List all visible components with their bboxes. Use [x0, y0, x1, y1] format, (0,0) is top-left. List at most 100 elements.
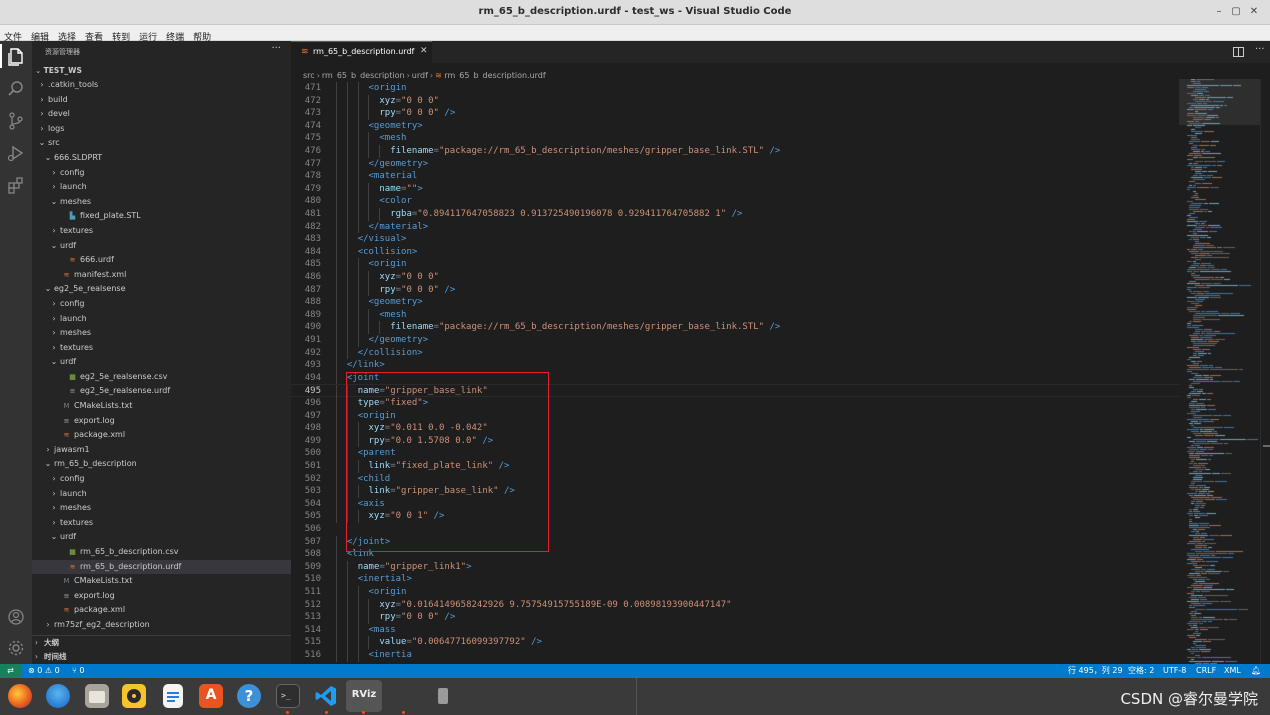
- notifications-bell-icon[interactable]: 🔔︎: [1251, 664, 1261, 678]
- code-line[interactable]: 510 <inertial>: [291, 573, 1179, 586]
- code-line[interactable]: 477 </geometry>: [291, 157, 1179, 171]
- tree-folder[interactable]: › logs: [32, 122, 291, 137]
- cursor-position[interactable]: 行 495，列 29: [1068, 664, 1123, 678]
- tree-file[interactable]: ≋ manifest.xml: [32, 268, 291, 283]
- tree-file[interactable]: M CMakeLists.txt: [32, 399, 291, 414]
- tree-file[interactable]: ≋ package.xml: [32, 603, 291, 618]
- code-line[interactable]: 512 xyz="0.0164149658242926 9.7575491575…: [291, 598, 1179, 612]
- tree-file[interactable]: ≋ package.xml: [32, 428, 291, 443]
- extensions-icon[interactable]: [6, 175, 26, 195]
- code-line[interactable]: 501 link="fixed_plate_link" />: [291, 460, 1179, 473]
- encoding[interactable]: UTF-8: [1163, 664, 1186, 678]
- outline-section[interactable]: › 大纲: [32, 636, 291, 650]
- code-line[interactable]: 484 <collision>: [291, 245, 1179, 259]
- code-line[interactable]: 493 </link>: [291, 359, 1179, 372]
- code-line[interactable]: 496 type="fixed">: [291, 397, 1179, 410]
- tree-folder[interactable]: ⌄ urdf: [32, 355, 291, 370]
- code-line[interactable]: 487 rpy="0 0 0" />: [291, 283, 1179, 297]
- tree-folder[interactable]: › devel: [32, 107, 291, 122]
- editor-more-actions-icon[interactable]: ···: [1255, 44, 1265, 55]
- maximize-button[interactable]: ▢: [1229, 5, 1243, 19]
- indentation[interactable]: 空格: 2: [1128, 664, 1154, 678]
- search-icon[interactable]: [6, 79, 26, 99]
- explorer-icon[interactable]: [6, 47, 26, 67]
- thunderbird-icon[interactable]: [46, 684, 70, 708]
- code-line[interactable]: 513 rpy="0 0 0" />: [291, 611, 1179, 624]
- ports-indicator[interactable]: ⑂ 0: [72, 664, 84, 678]
- tree-folder[interactable]: › launch: [32, 312, 291, 327]
- code-line[interactable]: 471 <origin: [291, 82, 1179, 95]
- tree-file[interactable]: ≡ eg2_5e_realsense.urdf: [32, 384, 291, 399]
- tree-file[interactable]: ≡ export.log: [32, 414, 291, 429]
- code-line[interactable]: 504 <axis: [291, 497, 1179, 511]
- tree-folder[interactable]: › textures: [32, 224, 291, 239]
- tree-folder[interactable]: › launch: [32, 487, 291, 502]
- run-debug-icon[interactable]: [6, 143, 26, 163]
- tree-file[interactable]: ≋ rm_65_b_description.urdf: [32, 559, 291, 575]
- code-line[interactable]: 490 filename="package://rm_65_b_descript…: [291, 321, 1179, 334]
- timeline-section[interactable]: › 时间线: [32, 650, 291, 664]
- code-line[interactable]: 506: [291, 523, 1179, 536]
- code-line[interactable]: 492 </collision>: [291, 346, 1179, 360]
- code-line[interactable]: 488 <geometry>: [291, 296, 1179, 309]
- tree-file[interactable]: ≡ export.log: [32, 589, 291, 604]
- code-line[interactable]: 507 </joint>: [291, 535, 1179, 549]
- firefox-icon[interactable]: [8, 684, 32, 708]
- minimap[interactable]: [1179, 79, 1260, 664]
- code-line[interactable]: 494 <joint: [291, 371, 1179, 385]
- close-window-button[interactable]: ✕: [1247, 5, 1261, 19]
- account-icon[interactable]: [6, 607, 26, 627]
- code-line[interactable]: 482 </material>: [291, 220, 1179, 234]
- code-line[interactable]: 508 <link: [291, 548, 1179, 561]
- code-line[interactable]: 505 xyz="0 0 1" />: [291, 510, 1179, 523]
- code-line[interactable]: 481 rgba="0.894117647058823 0.9137254901…: [291, 208, 1179, 221]
- vscode-icon[interactable]: [314, 684, 338, 708]
- close-tab-icon[interactable]: ✕: [420, 46, 428, 56]
- tree-file[interactable]: ≋ 666.urdf: [32, 253, 291, 268]
- code-line[interactable]: 497 <origin: [291, 409, 1179, 423]
- code-line[interactable]: 499 rpy="0.0 1.5708 0.0" />: [291, 434, 1179, 448]
- remote-indicator[interactable]: ⇄: [0, 664, 21, 678]
- tree-folder[interactable]: › config: [32, 297, 291, 312]
- workspace-root[interactable]: ⌄ TEST_WS: [35, 66, 82, 75]
- code-line[interactable]: 503 link="gripper_base_link" />: [291, 485, 1179, 498]
- code-line[interactable]: 511 <origin: [291, 586, 1179, 599]
- code-line[interactable]: 495 name="gripper_base_link": [291, 384, 1179, 398]
- tree-folder[interactable]: ⌄ eg2_5e_realsense: [32, 282, 291, 297]
- code-line[interactable]: 474 <geometry>: [291, 119, 1179, 133]
- end-of-line[interactable]: CRLF: [1196, 664, 1216, 678]
- vertical-scrollbar[interactable]: [1260, 79, 1270, 664]
- code-line[interactable]: 472 xyz="0 0 0": [291, 94, 1179, 108]
- tree-folder[interactable]: › meshes: [32, 501, 291, 516]
- code-line[interactable]: 476 filename="package://rm_65_b_descript…: [291, 145, 1179, 158]
- tree-folder[interactable]: ⌄ src: [32, 136, 291, 151]
- code-line[interactable]: 498 xyz="0.011 0.0 -0.042": [291, 422, 1179, 435]
- tree-file[interactable]: ▦ eg2_5e_realsense.csv: [32, 370, 291, 385]
- code-line[interactable]: 509 name="gripper_link1">: [291, 560, 1179, 574]
- tree-file[interactable]: M CMakeLists.txt: [32, 574, 291, 589]
- more-actions-icon[interactable]: ···: [271, 43, 281, 54]
- tree-folder[interactable]: › config: [32, 166, 291, 181]
- tree-folder[interactable]: › .catkin_tools: [32, 78, 291, 93]
- tree-folder[interactable]: ⌄ meshes: [32, 195, 291, 210]
- code-line[interactable]: 500 <parent: [291, 447, 1179, 460]
- code-line[interactable]: 479 name="">: [291, 182, 1179, 196]
- code-editor[interactable]: 471 <origin 472 xyz="0 0 0" 473 rpy="0 0 0…: [291, 79, 1179, 664]
- code-line[interactable]: 478 <material: [291, 170, 1179, 183]
- tree-folder[interactable]: ⌄ 666.SLDPRT: [32, 151, 291, 166]
- code-line[interactable]: 516 <inertia: [291, 649, 1179, 662]
- code-line[interactable]: 502 <child: [291, 472, 1179, 486]
- code-line[interactable]: 514 <mass: [291, 623, 1179, 637]
- tree-folder[interactable]: › meshes: [32, 326, 291, 341]
- tree-folder[interactable]: › build: [32, 93, 291, 108]
- terminal-icon[interactable]: >_: [276, 684, 300, 708]
- code-line[interactable]: 485 <origin: [291, 258, 1179, 271]
- source-control-icon[interactable]: [6, 111, 26, 131]
- code-line[interactable]: 515 value="0.00647716099397792" />: [291, 636, 1179, 649]
- help-icon[interactable]: ?: [237, 684, 261, 708]
- tree-file[interactable]: ▙ fixed_plate.STL: [32, 209, 291, 224]
- tree-folder[interactable]: › rm75zf_eg2_description: [32, 618, 291, 633]
- tree-file[interactable]: ▦ rm_65_b_description.csv: [32, 545, 291, 560]
- tree-folder[interactable]: ⌄ urdf: [32, 239, 291, 254]
- split-editor-icon[interactable]: [1233, 47, 1244, 57]
